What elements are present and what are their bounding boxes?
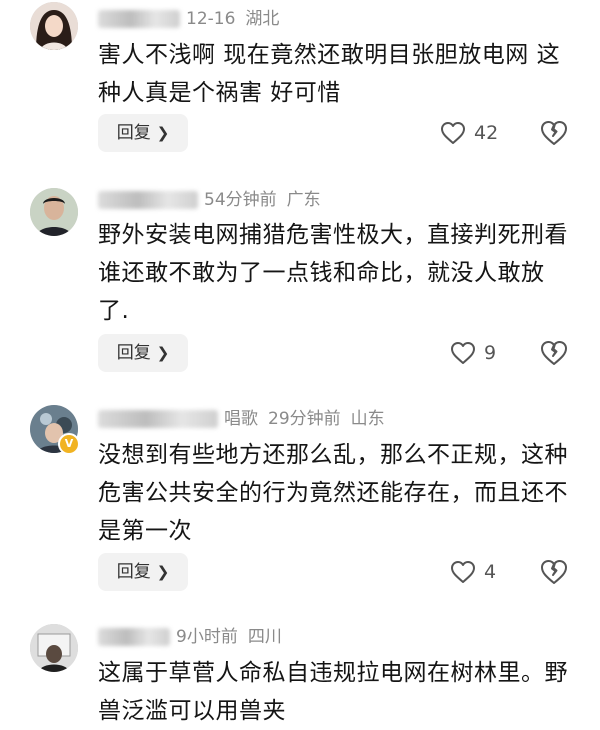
broken-heart-icon[interactable] (540, 119, 568, 147)
username-visible: 唱歌 (224, 409, 258, 429)
comment-time: 9小时前 (176, 627, 238, 647)
like-button[interactable]: 9 (450, 334, 496, 372)
username-blurred[interactable] (98, 10, 180, 28)
reply-label: 回复 (116, 123, 151, 143)
comment-time: 29分钟前 (268, 409, 341, 429)
reply-button[interactable]: 回复 ❯ (98, 334, 188, 372)
comment-text: 野外安装电网捕猎危害性极大，直接判死刑看谁还敢不敢为了一点钱和命比，就没人敢放了… (98, 222, 568, 324)
like-button[interactable]: 4 (450, 553, 496, 591)
reply-button[interactable]: 回复 ❯ (98, 553, 188, 591)
comment-location: 湖北 (245, 9, 280, 29)
comment-location: 广东 (286, 190, 321, 210)
comment-location: 四川 (247, 627, 282, 647)
chevron-right-icon: ❯ (156, 124, 170, 142)
username-blurred[interactable] (98, 628, 170, 646)
heart-outline-icon (451, 342, 475, 364)
comment-text: 害人不浅啊 现在竟然还敢明目张胆放电网 这种人真是个祸害 好可惜 (98, 42, 561, 106)
reply-button[interactable]: 回复 ❯ (98, 114, 188, 152)
like-count: 9 (484, 342, 497, 364)
like-count: 4 (484, 561, 497, 583)
verified-badge-icon: V (58, 433, 80, 455)
heart-outline-icon (451, 561, 475, 583)
comment-meta: 唱歌 29分钟前 山东 (98, 406, 385, 432)
chevron-right-icon: ❯ (156, 344, 170, 362)
like-button[interactable]: 42 (440, 114, 498, 152)
comment-location: 山东 (350, 409, 385, 429)
avatar[interactable] (30, 624, 78, 672)
comment-meta: 12-16 湖北 (98, 6, 279, 32)
like-count: 42 (474, 122, 499, 144)
chevron-right-icon: ❯ (156, 563, 170, 581)
comment-time: 12-16 (186, 9, 236, 29)
comment-meta: 54分钟前 广东 (98, 187, 321, 213)
reply-label: 回复 (116, 562, 151, 582)
avatar[interactable] (30, 188, 78, 236)
username-blurred[interactable] (98, 191, 198, 209)
heart-outline-icon (441, 122, 465, 144)
comment-text: 这属于草菅人命私自违规拉电网在树林里。野兽泛滥可以用兽夹 (98, 660, 568, 724)
comment-time: 54分钟前 (204, 190, 277, 210)
comment-text: 没想到有些地方还那么乱，那么不正规，这种危害公共安全的行为竟然还能存在，而且还不… (98, 442, 568, 544)
reply-label: 回复 (116, 343, 151, 363)
broken-heart-icon[interactable] (540, 558, 568, 586)
username-blurred[interactable] (98, 410, 218, 428)
broken-heart-icon[interactable] (540, 339, 568, 367)
comment-meta: 9小时前 四川 (98, 624, 282, 650)
avatar[interactable] (30, 2, 78, 50)
